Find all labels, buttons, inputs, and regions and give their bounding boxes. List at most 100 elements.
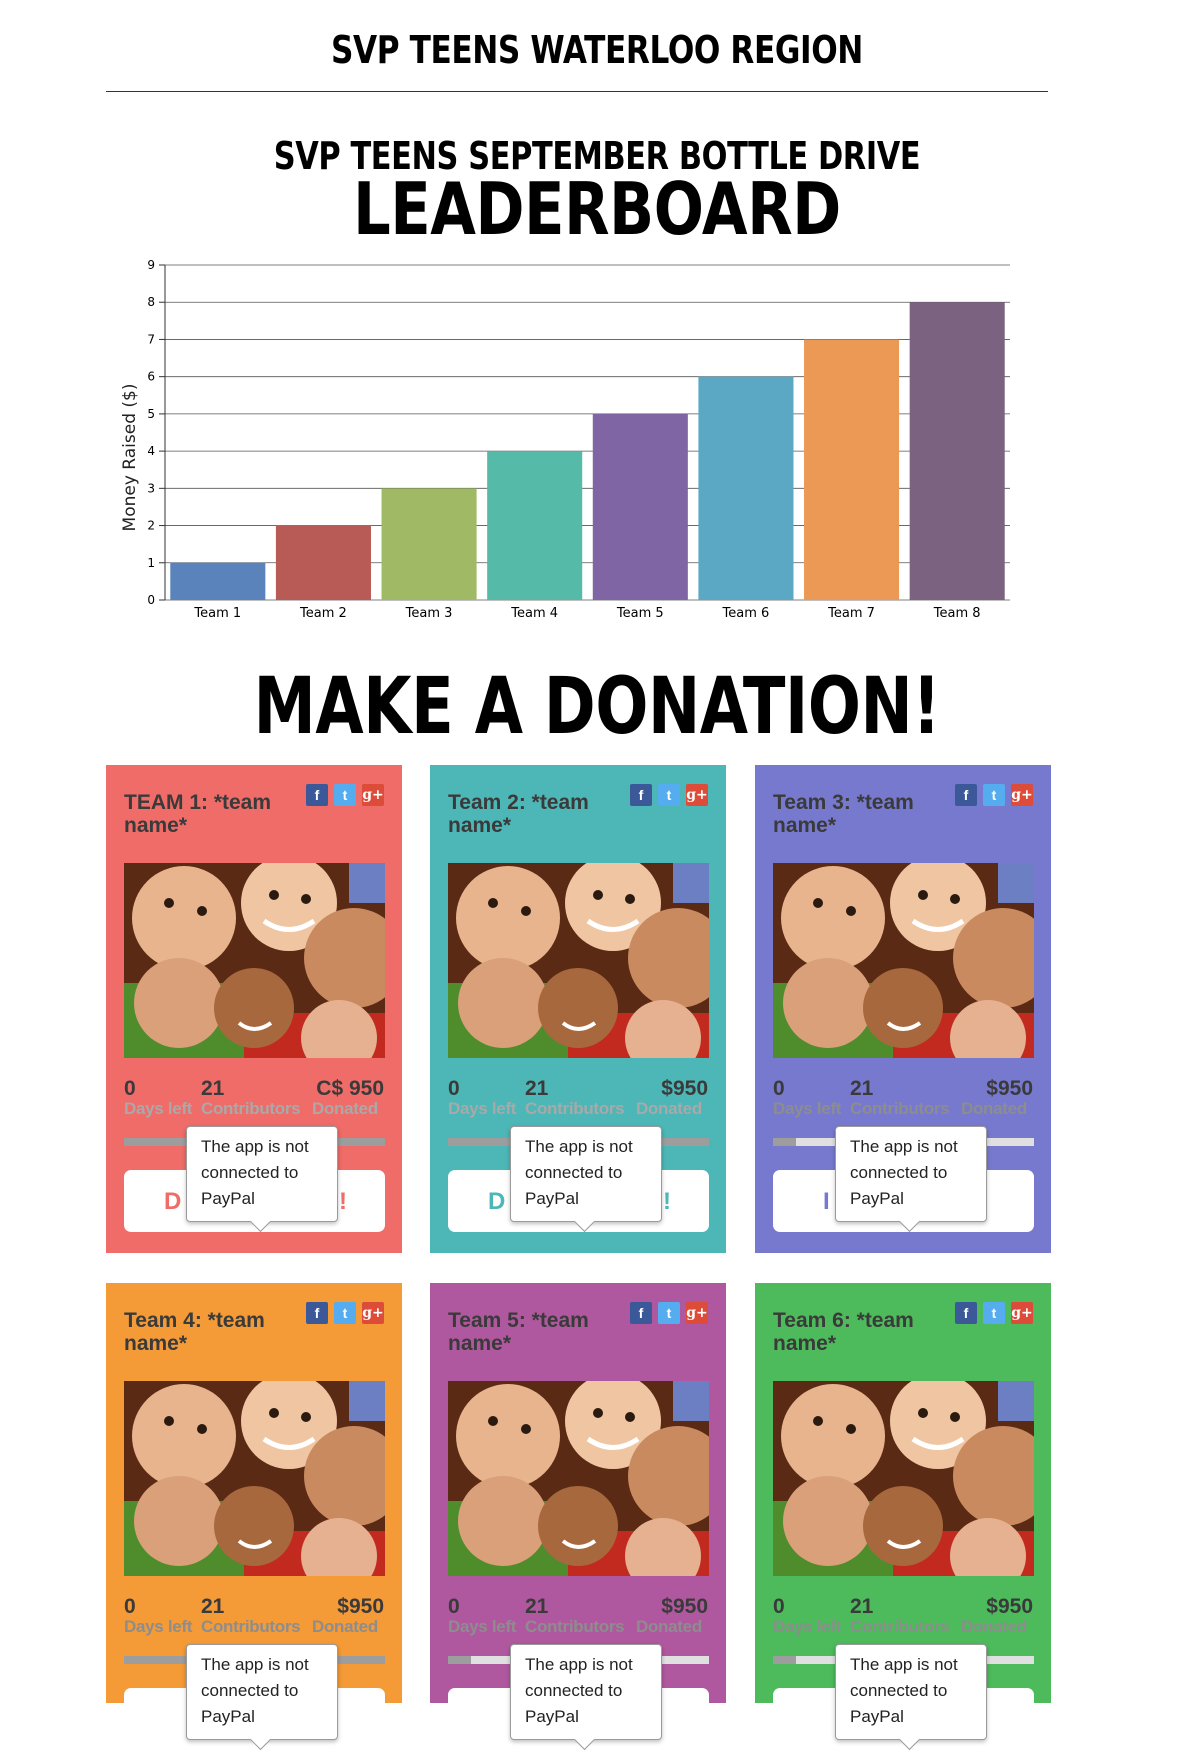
progress-fill [773, 1656, 797, 1664]
y-tick-label: 1 [147, 556, 155, 570]
twitter-share-icon[interactable]: t [334, 1302, 356, 1324]
google-plus-share-icon[interactable]: g+ [686, 784, 708, 806]
bar-team-1 [170, 562, 266, 600]
google-plus-share-icon[interactable]: g+ [686, 1302, 708, 1324]
contributors-label: Contributors [850, 1099, 950, 1118]
x-tick-label: Team 4 [510, 606, 558, 621]
x-tick-label: Team 8 [933, 606, 981, 621]
contributors-label: Contributors [201, 1099, 301, 1118]
x-tick-label: Team 2 [299, 606, 347, 621]
contributors-value: 21 [850, 1595, 874, 1618]
donated-value: $950 [661, 1595, 708, 1618]
twitter-share-icon[interactable]: t [658, 1302, 680, 1324]
donated-label: Donated [636, 1099, 702, 1118]
team-photo [124, 863, 385, 1058]
paypal-tooltip: The app is not connected to PayPal [510, 1644, 662, 1740]
donated-label: Donated [312, 1617, 378, 1636]
days-left-value: 0 [773, 1077, 785, 1100]
team-photo [448, 1381, 709, 1576]
team-card: Team 3: *team name* f t g+ 0 21 $950 Days left C… [755, 765, 1051, 1253]
contributors-label: Contributors [201, 1617, 301, 1636]
team-title: Team 2: *team name* [448, 791, 589, 837]
team-photo [124, 1381, 385, 1576]
paypal-tooltip: The app is not connected to PayPal [835, 1644, 987, 1740]
team-title: Team 6: *team name* [773, 1309, 914, 1355]
header-divider [106, 91, 1048, 92]
donate-button-label: I [823, 1188, 830, 1215]
bar-team-4 [487, 451, 583, 600]
twitter-share-icon[interactable]: t [983, 784, 1005, 806]
y-tick-label: 2 [147, 519, 155, 533]
bar-team-2 [275, 525, 371, 600]
twitter-share-icon[interactable]: t [658, 784, 680, 806]
donate-button-tail: ! [339, 1188, 347, 1215]
facebook-share-icon[interactable]: f [955, 784, 977, 806]
team-photo [448, 863, 709, 1058]
contributors-value: 21 [201, 1595, 225, 1618]
leaderboard-chart: 0 1 2 3 4 5 6 7 8 9 Money Raised ($) Team 1 Team 2 Te… [120, 258, 1010, 621]
twitter-share-icon[interactable]: t [983, 1302, 1005, 1324]
team-title: TEAM 1: *team name* [124, 791, 272, 837]
contributors-label: Contributors [850, 1617, 950, 1636]
bar-team-3 [381, 488, 477, 600]
donated-label: Donated [636, 1617, 702, 1636]
leaderboard-title: LEADERBOARD [353, 167, 841, 251]
donated-label: Donated [961, 1099, 1027, 1118]
x-tick-label: Team 1 [193, 606, 241, 621]
days-left-value: 0 [773, 1595, 785, 1618]
google-plus-share-icon[interactable]: g+ [1011, 1302, 1033, 1324]
days-left-label: Days left [448, 1099, 517, 1118]
bar-team-5 [592, 413, 688, 600]
donated-label: Donated [312, 1099, 378, 1118]
facebook-share-icon[interactable]: f [306, 784, 328, 806]
y-axis-label: Money Raised ($) [120, 384, 140, 532]
days-left-value: 0 [448, 1595, 460, 1618]
y-tick-label: 9 [147, 258, 155, 272]
y-tick-label: 6 [147, 370, 155, 384]
facebook-share-icon[interactable]: f [306, 1302, 328, 1324]
y-tick-label: 0 [147, 593, 155, 607]
contributors-value: 21 [850, 1077, 874, 1100]
y-tick-label: 4 [147, 444, 155, 458]
y-tick-label: 5 [147, 407, 155, 421]
y-tick-label: 8 [147, 295, 155, 309]
donation-heading: MAKE A DONATION! [253, 662, 941, 752]
days-left-label: Days left [448, 1617, 517, 1636]
facebook-share-icon[interactable]: f [630, 784, 652, 806]
donate-button-label: D [488, 1188, 506, 1215]
x-tick-label: Team 7 [827, 606, 875, 621]
facebook-share-icon[interactable]: f [955, 1302, 977, 1324]
donate-button-label: D [164, 1188, 182, 1215]
team-card: Team 4: *team name* f t g+ 0 21 $950 Days left C… [106, 1283, 402, 1750]
bar-team-7 [804, 339, 900, 600]
progress-fill [448, 1656, 472, 1664]
contributors-label: Contributors [525, 1617, 625, 1636]
team-title: Team 3: *team name* [773, 791, 914, 837]
google-plus-share-icon[interactable]: g+ [1011, 784, 1033, 806]
facebook-share-icon[interactable]: f [630, 1302, 652, 1324]
site-title: SVP TEENS WATERLOO REGION [330, 28, 863, 72]
x-tick-label: Team 3 [405, 606, 453, 621]
donated-value: C$ 950 [316, 1077, 384, 1100]
google-plus-share-icon[interactable]: g+ [362, 1302, 384, 1324]
days-left-value: 0 [448, 1077, 460, 1100]
days-left-value: 0 [124, 1077, 136, 1100]
twitter-share-icon[interactable]: t [334, 784, 356, 806]
bar-team-8 [909, 302, 1005, 600]
paypal-tooltip: The app is not connected to PayPal [186, 1126, 338, 1222]
google-plus-share-icon[interactable]: g+ [362, 784, 384, 806]
donated-value: $950 [337, 1595, 384, 1618]
paypal-tooltip: The app is not connected to PayPal [510, 1126, 662, 1222]
donated-value: $950 [986, 1077, 1033, 1100]
paypal-tooltip: The app is not connected to PayPal [186, 1644, 338, 1740]
contributors-value: 21 [201, 1077, 225, 1100]
days-left-value: 0 [124, 1595, 136, 1618]
days-left-label: Days left [773, 1617, 842, 1636]
x-tick-label: Team 6 [722, 606, 770, 621]
contributors-value: 21 [525, 1595, 549, 1618]
donate-button-tail: ! [663, 1188, 671, 1215]
donated-value: $950 [661, 1077, 708, 1100]
progress-fill [773, 1138, 797, 1146]
days-left-label: Days left [773, 1099, 842, 1118]
team-photo [773, 863, 1034, 1058]
